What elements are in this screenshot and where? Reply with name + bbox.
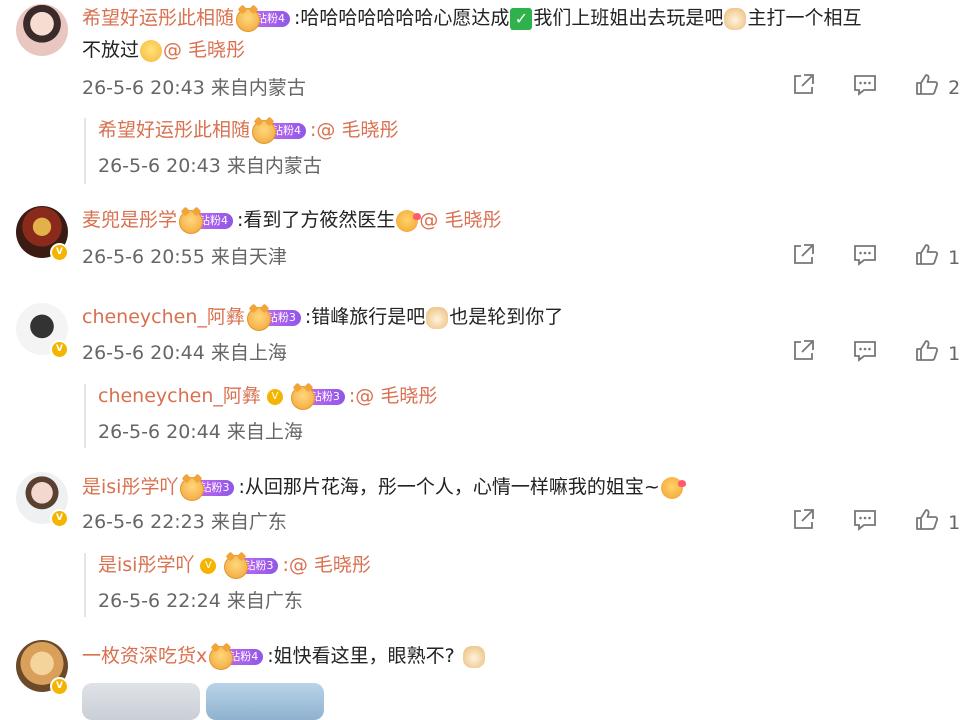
comment-text: 不放过 (82, 39, 140, 61)
fan-badge-icon (179, 209, 204, 234)
reply-body: cheneychen_阿彝 V 钻粉3:@ 毛晓彤 (98, 382, 437, 410)
comment-icon[interactable] (852, 72, 878, 103)
fan-badge-icon (290, 385, 315, 410)
like-icon[interactable] (914, 242, 940, 273)
verified-badge-icon: V (50, 509, 69, 528)
cat-emoji-icon (426, 306, 449, 329)
fan-level-badge[interactable]: 钻粉4 (252, 119, 307, 144)
verified-badge-icon: V (266, 388, 283, 405)
comment-text: :姐快看这里，眼熟不? (267, 645, 455, 667)
comment-text: :哈哈哈哈哈哈哈心愿达成 (294, 7, 510, 29)
cat-emoji-icon (724, 7, 747, 30)
reply-divider (84, 553, 86, 617)
check-emoji-icon: ✓ (510, 7, 533, 30)
verified-badge-icon: V (50, 243, 69, 262)
fan-badge-icon (224, 554, 249, 579)
comment-text: :看到了方筱然医生 (237, 209, 396, 231)
share-icon[interactable] (790, 507, 816, 538)
fan-badge-icon (236, 7, 261, 32)
reply-text[interactable]: :@ 毛晓彤 (282, 554, 370, 576)
like-count: 21 (948, 76, 960, 99)
reply-username[interactable]: 希望好运彤此相随 (98, 119, 250, 141)
reply-username[interactable]: 是isi彤学吖 (98, 554, 194, 576)
comment-icon[interactable] (852, 338, 878, 369)
fan-badge-icon (209, 645, 234, 670)
like-count: 16 (948, 342, 960, 365)
fan-badge-icon (246, 306, 271, 331)
fan-level-badge[interactable]: 钻粉4 (179, 209, 234, 234)
cat-emoji-icon (462, 645, 485, 668)
kiss-emoji-icon (660, 476, 686, 499)
fan-level-badge[interactable]: 钻粉3 (224, 554, 279, 579)
mention-link[interactable]: @ 毛晓彤 (419, 209, 501, 231)
like-icon[interactable] (914, 338, 940, 369)
reply-text[interactable]: :@ 毛晓彤 (310, 119, 398, 141)
comment-body: cheneychen_阿彝 钻粉3:错峰旅行是吧 也是轮到你了 (82, 303, 563, 331)
avatar[interactable] (16, 4, 68, 56)
mention-link[interactable]: @ 毛晓彤 (163, 39, 245, 61)
comment-meta: 26-5-6 20:44 来自上海 (82, 342, 287, 364)
comment-body: 一枚资深吃货x 钻粉4:姐快看这里，眼熟不? (82, 642, 486, 670)
reply-meta: 26-5-6 22:24 来自广东 (98, 590, 303, 612)
comment-username[interactable]: 一枚资深吃货x (82, 645, 207, 667)
comment-text: :从回那片花海，彤一个人，心情一样嘛我的姐宝~ (238, 476, 660, 498)
fan-level-badge[interactable]: 钻粉4 (209, 645, 264, 670)
comment-actions: 15 (790, 507, 960, 538)
share-icon[interactable] (790, 242, 816, 273)
comment-text: 我们上班姐出去玩是吧 (533, 7, 724, 29)
reply-meta: 26-5-6 20:44 来自上海 (98, 421, 303, 443)
comment-text: :错峰旅行是吧 (304, 306, 426, 328)
reply-body: 是isi彤学吖 V 钻粉3:@ 毛晓彤 (98, 551, 371, 579)
comment-image-thumbnail[interactable] (206, 683, 324, 720)
like-count: 19 (948, 246, 960, 269)
reply-divider (84, 384, 86, 448)
verified-badge-icon: V (50, 340, 69, 359)
reply-body: 希望好运彤此相随 钻粉4:@ 毛晓彤 (98, 116, 398, 144)
comment-meta: 26-5-6 22:23 来自广东 (82, 511, 287, 533)
kiss-emoji-icon (396, 209, 422, 232)
reply-text[interactable]: :@ 毛晓彤 (349, 385, 437, 407)
comment-actions: 21 (790, 72, 960, 103)
comment-username[interactable]: 希望好运彤此相随 (82, 7, 234, 29)
comment-body-line2: 不放过 @ 毛晓彤 (82, 36, 245, 64)
verified-badge-icon: V (50, 677, 69, 696)
comment-actions: 16 (790, 338, 960, 369)
reply-divider (84, 118, 86, 184)
reply-username[interactable]: cheneychen_阿彝 (98, 385, 261, 407)
fan-level-badge[interactable]: 钻粉3 (180, 476, 235, 501)
fan-level-badge[interactable]: 钻粉3 (246, 306, 301, 331)
comment-meta: 26-5-6 20:55 来自天津 (82, 246, 287, 268)
fan-badge-icon (180, 476, 205, 501)
fan-badge-icon (252, 119, 277, 144)
comment-icon[interactable] (852, 242, 878, 273)
comment-meta: 26-5-6 20:43 来自内蒙古 (82, 77, 306, 99)
fan-level-badge[interactable]: 钻粉4 (236, 7, 291, 32)
share-icon[interactable] (790, 72, 816, 103)
like-count: 15 (948, 511, 960, 534)
comment-username[interactable]: 是isi彤学吖 (82, 476, 178, 498)
comment-image-thumbnail[interactable] (82, 683, 200, 720)
fan-level-badge[interactable]: 钻粉3 (290, 385, 345, 410)
comment-body: 希望好运彤此相随 钻粉4:哈哈哈哈哈哈哈心愿达成 ✓ 我们上班姐出去玩是吧 主打一个相互 (82, 4, 861, 32)
comment-username[interactable]: cheneychen_阿彝 (82, 306, 245, 328)
comment-actions: 19 (790, 242, 960, 273)
verified-badge-icon: V (200, 557, 217, 574)
like-icon[interactable] (914, 72, 940, 103)
like-icon[interactable] (914, 507, 940, 538)
smile-emoji-icon (140, 39, 163, 62)
comment-body: 麦兜是彤学 钻粉4:看到了方筱然医生 @ 毛晓彤 (82, 206, 501, 234)
comment-username[interactable]: 麦兜是彤学 (82, 209, 177, 231)
reply-meta: 26-5-6 20:43 来自内蒙古 (98, 155, 322, 177)
comment-icon[interactable] (852, 507, 878, 538)
comment-text: 主打一个相互 (747, 7, 862, 29)
comment-text: 也是轮到你了 (449, 306, 564, 328)
share-icon[interactable] (790, 338, 816, 369)
comment-body: 是isi彤学吖 钻粉3:从回那片花海，彤一个人，心情一样嘛我的姐宝~ (82, 473, 686, 501)
